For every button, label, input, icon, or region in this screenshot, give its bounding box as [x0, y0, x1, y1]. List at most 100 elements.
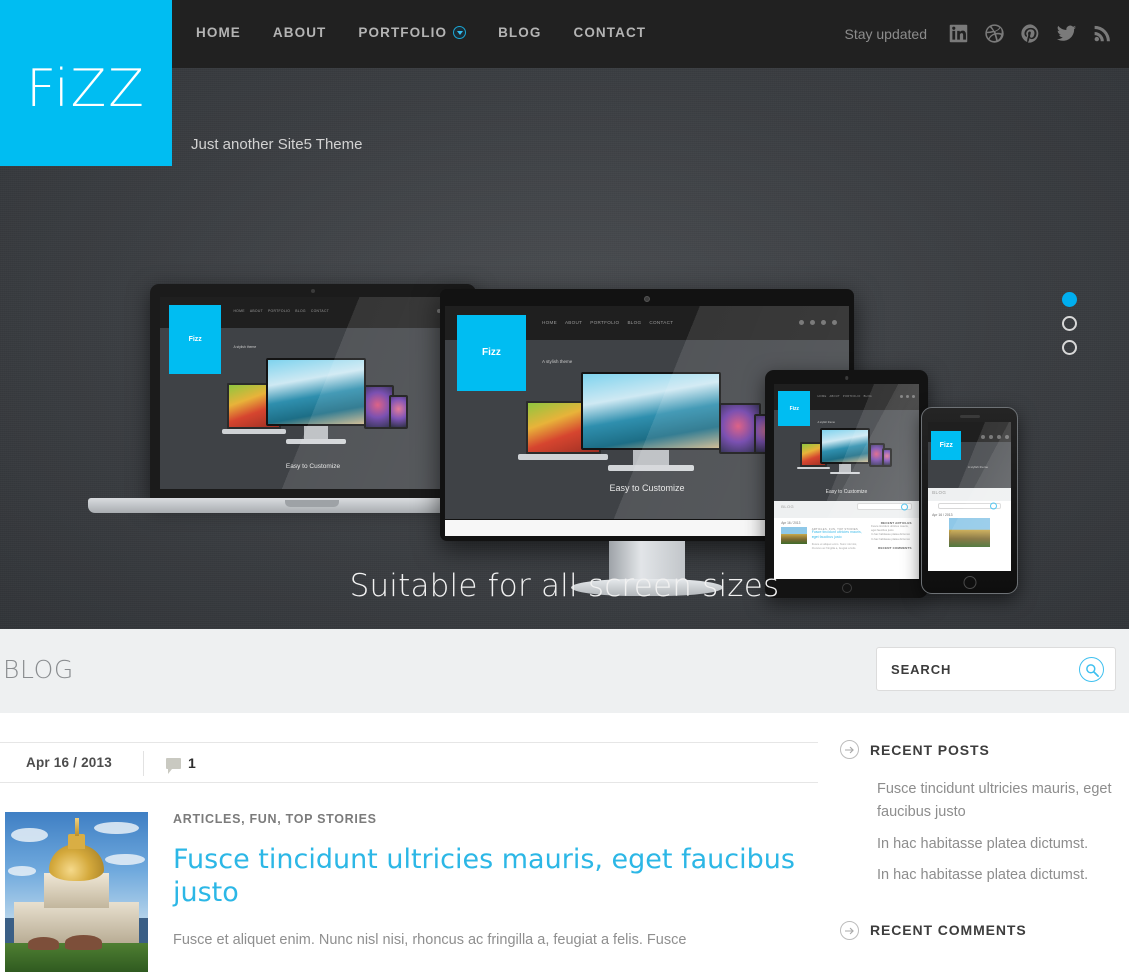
device-mockup-tablet: Fizz HOME ABOUT PORTFOLIO BLOG A stylish… — [765, 370, 928, 598]
list-item[interactable]: Fusce tincidunt ultricies mauris, eget f… — [877, 778, 1120, 825]
laptop-notch — [285, 500, 339, 507]
slider-dot-2[interactable] — [1062, 316, 1077, 331]
cluster-laptop-base — [518, 453, 609, 460]
cloud — [105, 853, 146, 865]
search-input[interactable] — [891, 648, 1071, 690]
mini-tagline: A stylish theme — [967, 465, 989, 470]
laptop-camera-icon — [311, 289, 315, 293]
cluster-phone — [881, 448, 892, 467]
nav-label: BLOG — [498, 25, 542, 40]
mini-device-cluster — [222, 358, 409, 454]
mini-social-icon — [820, 319, 826, 325]
nav-label: HOME — [196, 25, 241, 40]
device-mockup-phone: Fizz A stylish theme BLOG Apr 16 / 2013 — [921, 407, 1018, 594]
post-meta: Apr 16 / 2013 1 — [0, 742, 818, 783]
mini-tagline: A stylish theme — [541, 359, 573, 365]
mini-device-cluster — [518, 372, 782, 483]
rss-icon[interactable] — [1092, 23, 1113, 44]
mini-nav-item: CONTACT — [649, 319, 674, 325]
desktop-camera-icon — [644, 296, 650, 302]
mini-site: Fizz HOME ABOUT PORTFOLIO BLOG A stylish… — [774, 384, 919, 501]
cluster-monitor — [580, 372, 722, 450]
mini-sidebar-item: In hac habitasse platea dictumst. — [871, 537, 911, 541]
dome-lantern — [67, 834, 86, 849]
nav-label: PORTFOLIO — [358, 25, 448, 40]
mini-nav: HOME ABOUT PORTFOLIO BLOG CONTACT — [233, 309, 329, 313]
slider-dot-3[interactable] — [1062, 340, 1077, 355]
widget-title: RECENT POSTS — [870, 741, 990, 758]
tablet-camera-icon — [844, 376, 849, 380]
mini-social-icon — [831, 319, 837, 325]
nav-item-about[interactable]: ABOUT — [273, 25, 327, 40]
mini-logo: Fizz — [931, 431, 962, 460]
mini-nav-item: HOME — [541, 319, 557, 325]
nav-item-contact[interactable]: CONTACT — [573, 25, 646, 40]
mini-post-date: Apr 16 / 2013 — [781, 521, 801, 526]
post-content: ARTICLES, FUN, TOP STORIES Fusce tincidu… — [173, 812, 823, 952]
mini-site: Fizz A stylish theme — [928, 422, 1011, 488]
comment-count: 1 — [188, 755, 196, 771]
list-item[interactable]: In hac habitasse platea dictumst. — [877, 864, 1120, 887]
mini-tagline: A stylish theme — [817, 421, 835, 425]
nav-item-portfolio[interactable]: PORTFOLIO — [358, 25, 467, 40]
twitter-icon[interactable] — [1056, 23, 1077, 44]
linkedin-icon[interactable] — [948, 23, 969, 44]
mini-post-thumbnail — [781, 526, 808, 544]
mini-logo: Fizz — [778, 391, 811, 427]
pinterest-icon[interactable] — [1020, 23, 1041, 44]
dome-spire — [75, 818, 79, 836]
arrow-right-circle-icon — [840, 740, 859, 759]
mini-sidebar-item: In hac habitasse platea dictumst. — [871, 532, 911, 536]
post-categories[interactable]: ARTICLES, FUN, TOP STORIES — [173, 812, 823, 826]
widget-title-row: RECENT POSTS — [840, 740, 1120, 759]
widget-title: RECENT COMMENTS — [870, 922, 1027, 939]
search-button[interactable] — [1079, 657, 1104, 682]
laptop-screen: Fizz HOME ABOUT PORTFOLIO BLOG CONTACT A… — [160, 297, 466, 489]
mini-social-icon — [1004, 435, 1009, 440]
nav-item-blog[interactable]: BLOG — [498, 25, 541, 40]
dribbble-icon[interactable] — [984, 23, 1005, 44]
site-logo[interactable]: FiZZ — [0, 0, 172, 166]
nav-item-home[interactable]: HOME — [196, 25, 241, 40]
slider-dot-1[interactable] — [1062, 292, 1077, 307]
mini-social-icon — [988, 435, 993, 440]
hero-caption: Suitable for all screen sizes — [349, 568, 780, 604]
post-thumbnail[interactable] — [5, 812, 148, 972]
mini-nav-item: PORTFOLIO — [842, 394, 861, 398]
mini-post-thumbnail — [948, 518, 991, 547]
mini-logo: Fizz — [169, 304, 222, 374]
mini-search-box — [856, 503, 912, 511]
logo-text: FiZZ — [26, 59, 146, 119]
mini-social — [798, 319, 837, 325]
chevron-down-circle-icon[interactable] — [453, 26, 467, 39]
cluster-monitor — [266, 358, 366, 426]
mini-nav-item: BLOG — [295, 309, 306, 314]
slider-dots — [1062, 292, 1077, 364]
post-title[interactable]: Fusce tincidunt ultricies mauris, eget f… — [173, 843, 823, 910]
nav-label: ABOUT — [272, 25, 327, 40]
comment-bubble-icon[interactable] — [166, 758, 181, 774]
mini-nav-item: HOME — [233, 309, 245, 314]
post-excerpt: Fusce et aliquet enim. Nunc nisl nisi, r… — [173, 931, 687, 948]
mini-blog-heading: BLOG — [781, 504, 794, 510]
mini-social-icon — [905, 394, 909, 398]
main-navigation: HOME ABOUT PORTFOLIO BLOG CONTACT — [196, 25, 646, 40]
mini-nav-item: PORTFOLIO — [590, 319, 620, 325]
cluster-base — [829, 471, 861, 475]
mini-social-icon — [996, 435, 1001, 440]
mini-post-date: Apr 16 / 2013 — [932, 512, 953, 517]
cluster-monitor — [819, 428, 871, 465]
tablet-screen: Fizz HOME ABOUT PORTFOLIO BLOG A stylish… — [774, 384, 919, 579]
mini-social-icon — [980, 435, 985, 440]
mini-nav: HOME ABOUT PORTFOLIO BLOG — [818, 395, 872, 398]
mini-social-icon — [798, 319, 804, 325]
phone-screen: Fizz A stylish theme BLOG Apr 16 / 2013 — [928, 422, 1011, 571]
social-links: Stay updated — [844, 23, 1113, 44]
list-item[interactable]: In hac habitasse platea dictumst. — [877, 833, 1120, 856]
mini-site: Fizz HOME ABOUT PORTFOLIO BLOG CONTACT A… — [160, 297, 466, 489]
meta-divider — [143, 751, 144, 776]
sidebar: RECENT POSTS Fusce tincidunt ultricies m… — [840, 740, 1120, 940]
phone-speaker-icon — [959, 415, 980, 418]
cluster-laptop-base — [222, 429, 286, 435]
mini-nav-item: BLOG — [627, 319, 642, 325]
